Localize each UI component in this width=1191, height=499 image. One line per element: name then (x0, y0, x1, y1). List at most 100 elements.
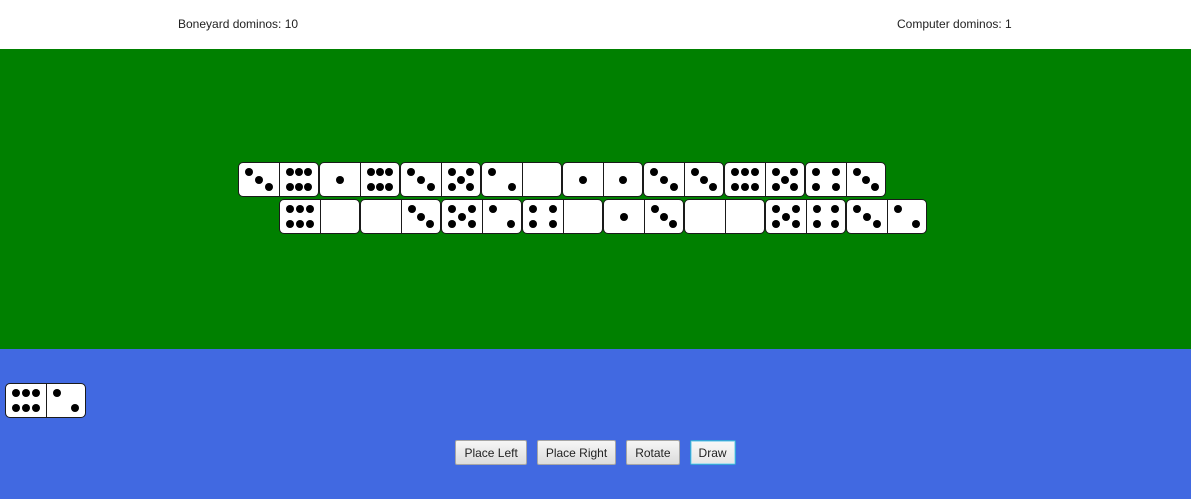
domino-5-4 (765, 199, 846, 234)
pip (871, 182, 880, 191)
domino-half-5 (766, 200, 806, 233)
domino-half-6 (725, 163, 765, 196)
pip (529, 205, 538, 214)
pip (650, 168, 659, 177)
domino-half-4 (523, 200, 563, 233)
pip (467, 219, 476, 228)
pip (296, 205, 304, 214)
pip (750, 168, 759, 177)
domino-3-2 (846, 199, 927, 234)
domino-half-5 (765, 163, 804, 196)
pip (812, 168, 821, 177)
pip (407, 205, 416, 214)
domino-half-3 (239, 163, 279, 196)
pip (619, 175, 627, 184)
pip (731, 168, 740, 177)
pip (772, 219, 781, 228)
pip (700, 175, 708, 184)
pip (852, 168, 861, 177)
domino-half-6 (360, 163, 399, 196)
domino-half-3 (401, 163, 441, 196)
computer-domino-count: Computer dominos: 1 (897, 17, 1012, 31)
pip (669, 219, 678, 228)
pip (417, 212, 425, 221)
pip (285, 168, 294, 177)
pip (507, 182, 516, 191)
pip (669, 182, 678, 191)
pip (426, 219, 435, 228)
domino-1-1 (562, 162, 643, 197)
pip (750, 182, 759, 191)
domino-half-4 (806, 163, 846, 196)
draw-button[interactable]: Draw (689, 440, 736, 465)
domino-3-3 (643, 162, 724, 197)
pip (620, 212, 628, 221)
domino-half-6 (279, 163, 318, 196)
pip (466, 168, 475, 177)
domino-half-0 (685, 200, 725, 233)
pip (31, 389, 40, 398)
pip (812, 182, 821, 191)
domino-6-5 (724, 162, 805, 197)
pip (12, 403, 21, 412)
player-area: Place Left Place Right Rotate Draw (0, 349, 1191, 499)
domino-half-4 (806, 200, 845, 233)
domino-half-3 (644, 163, 684, 196)
pip (912, 219, 921, 228)
domino-5-2 (441, 199, 522, 234)
domino-0-3 (360, 199, 441, 234)
domino-chain-row-2 (279, 199, 927, 234)
pip (771, 182, 780, 191)
controls: Place Left Place Right Rotate Draw (0, 440, 1191, 465)
pip (286, 205, 295, 214)
pip (548, 205, 557, 214)
place-right-button[interactable]: Place Right (536, 440, 617, 465)
rotate-button[interactable]: Rotate (626, 440, 680, 465)
pip (457, 175, 465, 184)
domino-half-1 (604, 200, 644, 233)
domino-1-3 (603, 199, 684, 234)
domino-half-3 (644, 200, 683, 233)
pip (790, 182, 799, 191)
domino-half-0 (522, 163, 561, 196)
pip (709, 182, 718, 191)
pip (488, 168, 497, 177)
domino-3-6 (238, 162, 319, 197)
domino-6-2[interactable] (5, 383, 86, 418)
pip (731, 182, 740, 191)
pip (831, 219, 840, 228)
pip (286, 219, 295, 228)
pip (812, 205, 821, 214)
pip (366, 168, 375, 177)
pip (255, 175, 263, 184)
domino-2-0 (481, 162, 562, 197)
pip (264, 182, 273, 191)
pip (831, 168, 840, 177)
pip (466, 182, 475, 191)
domino-3-5 (400, 162, 481, 197)
domino-half-5 (441, 163, 480, 196)
pip (376, 182, 384, 191)
pip (771, 168, 780, 177)
pip (447, 168, 456, 177)
domino-half-0 (725, 200, 764, 233)
place-left-button[interactable]: Place Left (455, 440, 527, 465)
pip (12, 389, 21, 398)
domino-4-3 (805, 162, 886, 197)
pip (417, 175, 425, 184)
domino-half-2 (887, 200, 926, 233)
pip (791, 205, 800, 214)
domino-half-1 (320, 163, 360, 196)
pip (529, 219, 538, 228)
pip (296, 219, 304, 228)
domino-half-0 (361, 200, 401, 233)
pip (31, 403, 40, 412)
pip (790, 168, 799, 177)
pip (447, 182, 456, 191)
pip (812, 219, 821, 228)
boneyard-count: Boneyard dominos: 10 (178, 17, 299, 31)
game-window: Boneyard dominos: 10 Computer dominos: 1… (0, 0, 1191, 499)
pip (853, 205, 862, 214)
domino-half-0 (320, 200, 359, 233)
pip (893, 205, 902, 214)
